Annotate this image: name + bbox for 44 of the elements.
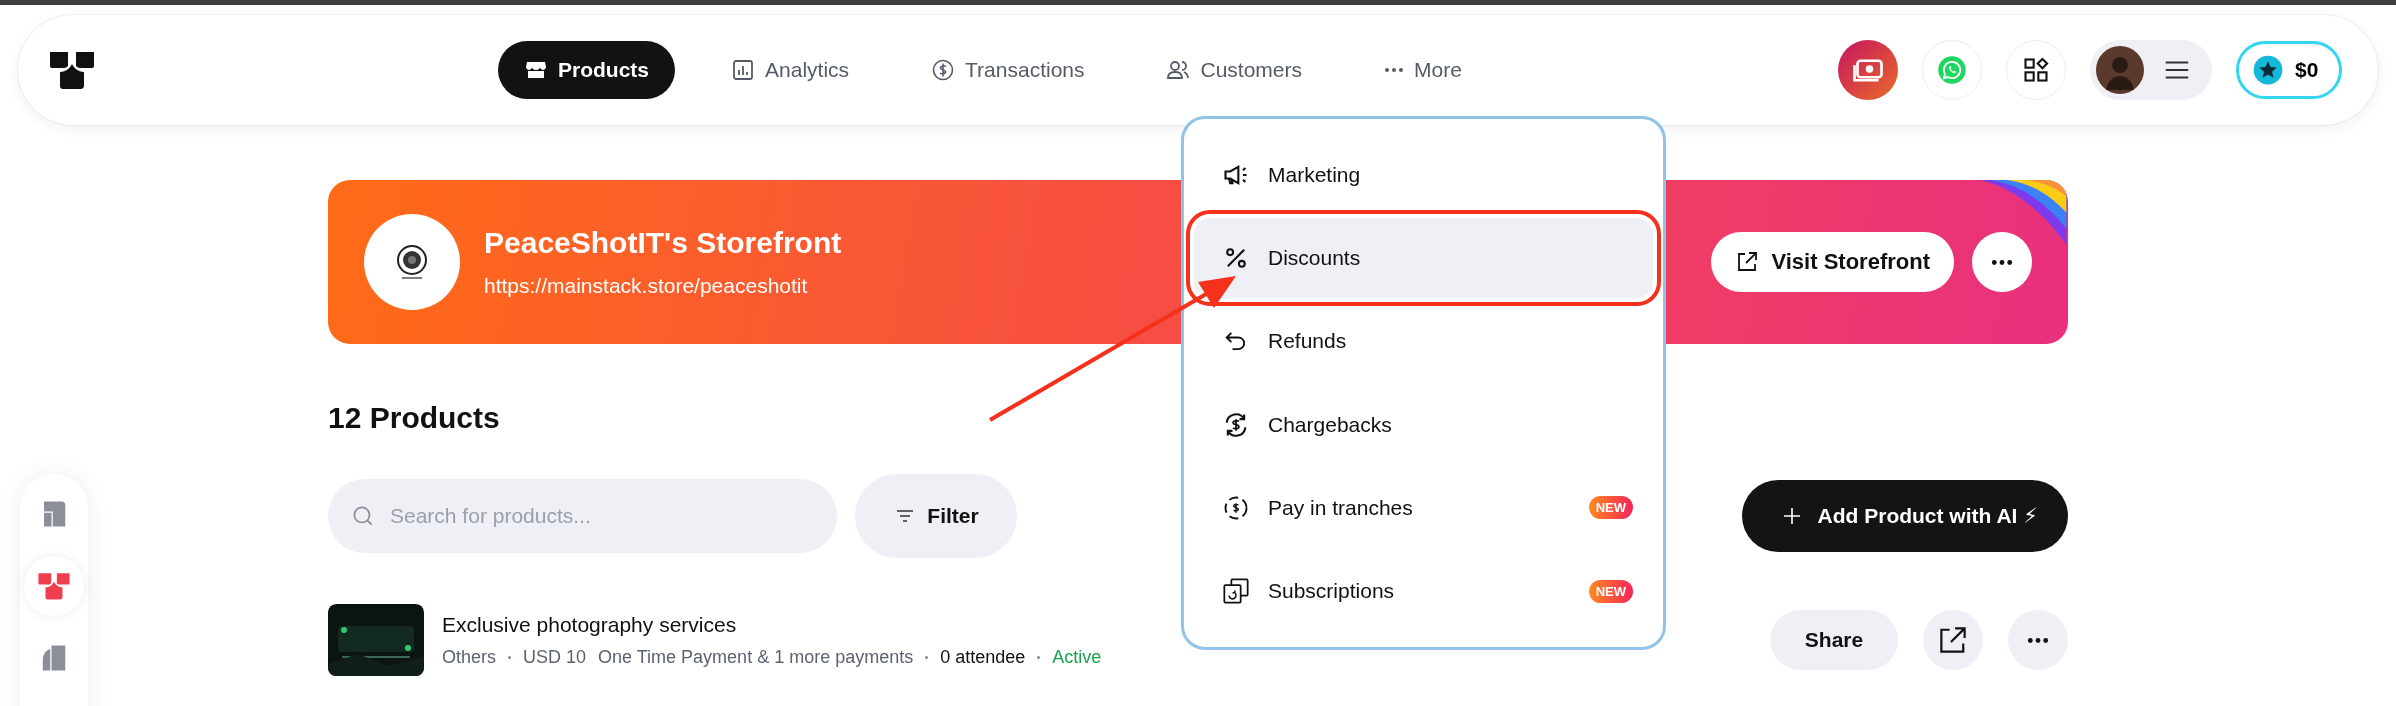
dollar-icon bbox=[931, 58, 956, 82]
menu-item[interactable]: Marketing bbox=[1194, 135, 1653, 215]
nav-tab[interactable]: Transactions bbox=[905, 41, 1111, 99]
storefront-title: PeaceShotIT's Storefront bbox=[484, 226, 842, 260]
nav-tab[interactable]: More bbox=[1358, 41, 1488, 99]
nav-tab[interactable]: Analytics bbox=[705, 41, 876, 99]
external-link-icon bbox=[1940, 627, 1966, 653]
nav-tab[interactable]: Products bbox=[498, 41, 675, 99]
dots-icon bbox=[1991, 258, 2013, 266]
store-logo-icon bbox=[37, 571, 71, 601]
product-status: Active bbox=[1052, 646, 1102, 668]
product-attendees: 0 attendee bbox=[940, 646, 1026, 668]
dots-icon bbox=[1384, 67, 1404, 73]
filter-button[interactable]: Filter bbox=[855, 474, 1017, 558]
product-price: USD 10 bbox=[523, 646, 587, 668]
products-heading: 12 Products bbox=[328, 400, 500, 436]
balance-button[interactable]: $0 bbox=[2236, 41, 2342, 99]
cash-button[interactable] bbox=[1838, 40, 1898, 100]
product-payment: One Time Payment & 1 more payments bbox=[598, 646, 914, 668]
add-product-button[interactable]: Add Product with AI ⚡ bbox=[1741, 480, 2068, 552]
cash-icon bbox=[1853, 58, 1883, 82]
whatsapp-icon bbox=[1937, 55, 1967, 85]
external-link-icon bbox=[1735, 250, 1760, 274]
users-icon bbox=[1166, 58, 1191, 82]
visit-storefront-button[interactable]: Visit Storefront bbox=[1711, 232, 1954, 292]
stacked-cards-icon bbox=[1222, 577, 1250, 606]
new-badge: NEW bbox=[1588, 579, 1633, 603]
bar-chart-icon bbox=[731, 58, 755, 82]
menu-item[interactable]: Refunds bbox=[1194, 301, 1653, 381]
new-badge: NEW bbox=[1588, 496, 1633, 520]
dots-icon bbox=[2027, 636, 2049, 644]
product-title[interactable]: Exclusive photography services bbox=[442, 612, 1102, 637]
more-options-button[interactable] bbox=[1972, 232, 2032, 292]
share-button[interactable]: Share bbox=[1770, 610, 1898, 670]
menu-item[interactable]: Subscriptions NEW bbox=[1194, 551, 1653, 631]
avatar-icon bbox=[2096, 46, 2144, 94]
star-coin-icon bbox=[2253, 55, 2283, 85]
product-category: Others bbox=[442, 646, 497, 668]
nav-tab[interactable]: Customers bbox=[1140, 41, 1328, 99]
menu-item[interactable]: Pay in tranches NEW bbox=[1194, 468, 1653, 548]
logo-icon[interactable] bbox=[48, 50, 96, 90]
menu-item[interactable]: Chargebacks bbox=[1194, 385, 1653, 465]
apps-icon bbox=[2022, 56, 2050, 84]
search-field[interactable]: Search for products... bbox=[328, 479, 837, 553]
